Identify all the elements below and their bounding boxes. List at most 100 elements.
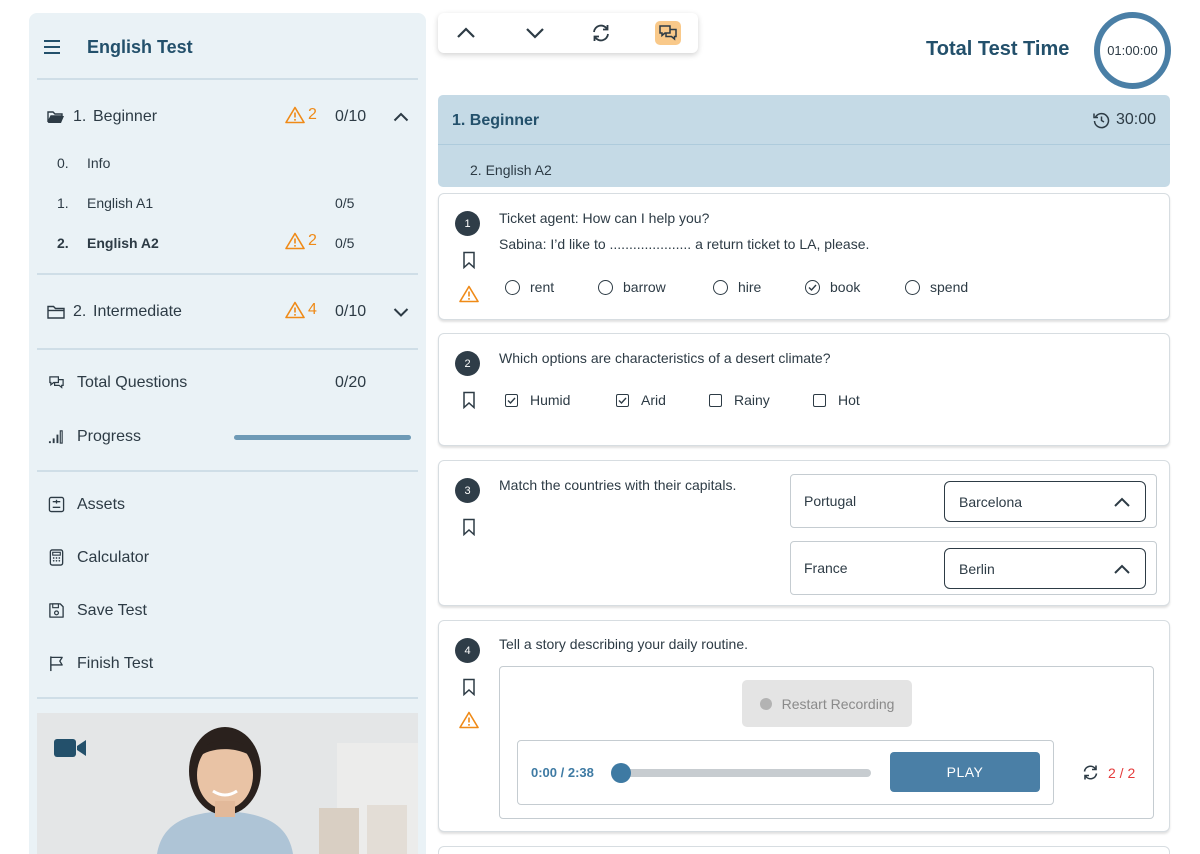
playback-scrubber[interactable] (611, 763, 631, 783)
question-card-5 (438, 846, 1170, 854)
history-icon (1093, 112, 1110, 129)
option-barrow[interactable]: barrow (598, 279, 666, 295)
next-question-button[interactable] (522, 21, 548, 45)
section-header: 1. Beginner 30:00 2. English A2 (438, 95, 1170, 187)
section-header-top: 1. Beginner 30:00 (438, 95, 1170, 145)
option-arid[interactable]: Arid (616, 392, 666, 408)
audio-player: 0:00 / 2:38 PLAY (517, 740, 1054, 805)
calculator-button[interactable]: Calculator (29, 544, 426, 572)
sidebar-item-info[interactable]: 0. Info (29, 152, 426, 176)
section-timer: 30:00 (1092, 111, 1156, 129)
warning-icon (459, 711, 479, 729)
check-icon (618, 397, 627, 404)
question-card-3: 3 Match the countries with their capital… (438, 460, 1170, 606)
chevron-up-icon (1114, 497, 1130, 507)
radio-button[interactable] (905, 279, 920, 295)
item-count: 0/5 (335, 195, 355, 211)
question-text: Which options are characteristics of a d… (499, 350, 831, 366)
progress-fill (234, 435, 411, 440)
chat-icon (659, 25, 677, 41)
bookmark-icon[interactable] (461, 678, 477, 696)
calculator-label: Calculator (77, 549, 150, 566)
warning-icon (285, 301, 305, 319)
question-toolbar (438, 13, 698, 53)
checkbox-checked[interactable] (505, 393, 518, 407)
sidebar-header: English Test (29, 13, 426, 79)
radio-button[interactable] (505, 279, 520, 295)
bookmark-icon[interactable] (461, 251, 477, 269)
playback-track[interactable] (621, 769, 871, 777)
restart-recording-label: Restart Recording (781, 695, 895, 712)
section-title: 1. Beginner (452, 112, 540, 129)
warning-icon (285, 106, 305, 124)
bookmark-icon[interactable] (461, 391, 477, 409)
item-number: 0. (57, 155, 69, 171)
checkbox-checked[interactable] (616, 393, 629, 407)
sidebar-section-intermediate[interactable]: 2. Intermediate 4 0/10 (29, 297, 426, 327)
section-label: Intermediate (93, 303, 182, 320)
warning-count: 4 (308, 301, 317, 318)
option-book[interactable]: book (805, 279, 860, 295)
sidebar-item-english-a1[interactable]: 1. English A1 0/5 (29, 192, 426, 216)
option-spend[interactable]: spend (905, 279, 968, 295)
option-label: hire (738, 279, 762, 295)
section-warning: 2 (285, 106, 317, 124)
option-label: rent (530, 279, 555, 295)
finish-test-button[interactable]: Finish Test (29, 650, 426, 678)
option-label: spend (930, 279, 969, 295)
refresh-button[interactable] (588, 21, 614, 45)
bookmark-icon[interactable] (461, 518, 477, 536)
chat-toggle-button[interactable] (655, 21, 681, 45)
checkbox[interactable] (813, 393, 826, 407)
section-count: 0/10 (335, 303, 367, 320)
save-test-label: Save Test (77, 602, 147, 619)
option-label: Rainy (734, 392, 770, 408)
question-card-2: 2 Which options are characteristics of a… (438, 333, 1170, 446)
sidebar-section-beginner[interactable]: 1. Beginner 2 0/10 (29, 102, 426, 132)
capital-select[interactable]: Berlin (944, 548, 1146, 589)
option-rent[interactable]: rent (505, 279, 554, 295)
progress: Progress (29, 423, 426, 451)
menu-icon[interactable] (43, 39, 63, 55)
sidebar: English Test 1. Beginner 2 0/10 0. Info … (29, 13, 426, 854)
question-text: Ticket agent: How can I help you? (499, 210, 710, 226)
item-number: 2. (57, 235, 69, 251)
camera-icon (54, 739, 86, 757)
radio-button[interactable] (598, 279, 613, 295)
section-number: 2. (73, 303, 87, 320)
calculator-icon (49, 549, 64, 566)
record-dot-icon (759, 697, 772, 710)
chevron-up-icon[interactable] (393, 111, 409, 123)
question-text: Match the countries with their capitals. (499, 477, 737, 493)
item-label: English A2 (87, 235, 159, 251)
section-time: 30:00 (1115, 111, 1156, 128)
option-hire[interactable]: hire (713, 279, 761, 295)
refresh-icon (593, 24, 609, 42)
chevron-down-icon[interactable] (393, 306, 409, 318)
capital-select[interactable]: Barcelona (944, 481, 1146, 522)
option-hot[interactable]: Hot (813, 392, 860, 408)
save-icon (49, 603, 64, 618)
checkbox[interactable] (709, 393, 722, 407)
assets-button[interactable]: Assets (29, 491, 426, 519)
sidebar-item-english-a2[interactable]: 2. English A2 2 0/5 (29, 232, 426, 256)
warning-icon (285, 232, 305, 250)
total-questions-value: 0/20 (335, 374, 367, 391)
play-button[interactable]: PLAY (890, 752, 1040, 792)
option-rainy[interactable]: Rainy (709, 392, 770, 408)
radio-button-selected[interactable] (805, 279, 820, 295)
option-humid[interactable]: Humid (505, 392, 570, 408)
radio-button[interactable] (713, 279, 728, 295)
assets-label: Assets (77, 496, 126, 513)
test-title: English Test (87, 37, 193, 57)
capital-select-value: Barcelona (959, 494, 1023, 510)
item-number: 1. (57, 195, 69, 211)
save-test-button[interactable]: Save Test (29, 597, 426, 625)
finish-test-label: Finish Test (77, 655, 154, 672)
subsection-title: 2. English A2 (470, 162, 552, 178)
assets-icon (48, 496, 65, 513)
option-label: barrow (623, 279, 666, 295)
attempts-counter: 2 / 2 (1082, 764, 1135, 781)
restart-recording-button[interactable]: Restart Recording (742, 680, 912, 727)
previous-question-button[interactable] (453, 21, 479, 45)
